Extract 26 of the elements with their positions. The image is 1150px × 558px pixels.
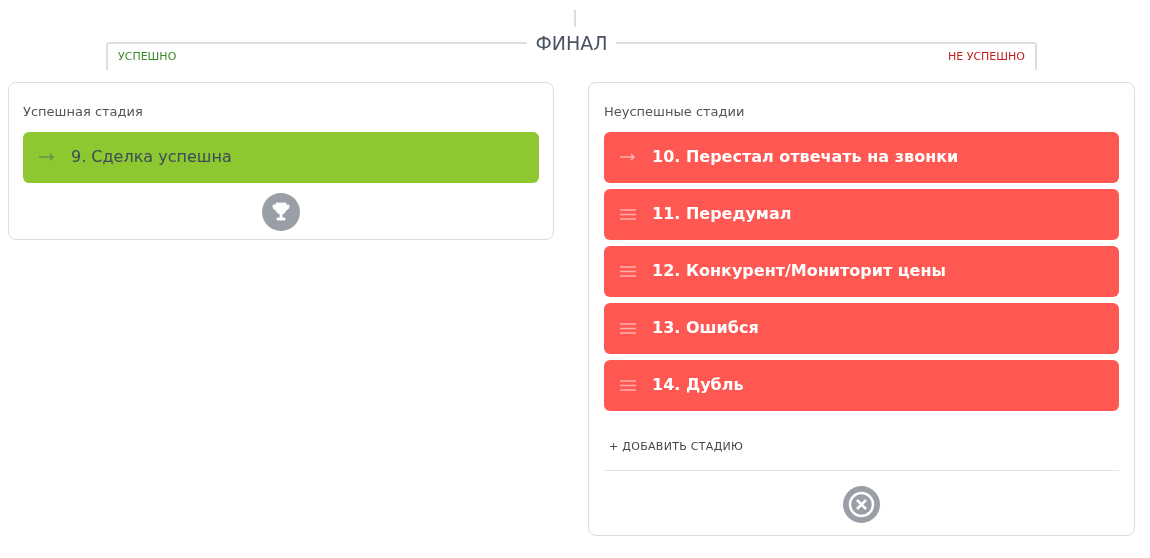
branch-label: НЕ УСПЕШНО bbox=[948, 49, 1025, 65]
stage-name: 14. Дубль bbox=[652, 374, 744, 396]
stage-card[interactable]: 13. Ошибся bbox=[604, 302, 1119, 354]
trophy-icon[interactable] bbox=[262, 192, 300, 231]
stage-card[interactable]: 12. Конкурент/Мониторит цены bbox=[604, 245, 1119, 297]
add-stage-button[interactable]: + ДОБАВИТЬ СТАДИЮ bbox=[609, 438, 744, 455]
stage-name: 9. Сделка успешна bbox=[71, 146, 232, 168]
close-icon[interactable] bbox=[843, 485, 880, 523]
section-title: ФИНАЛ bbox=[534, 31, 609, 56]
branch-label: УСПЕШНО bbox=[118, 49, 177, 65]
stage-name: 11. Передумал bbox=[652, 203, 792, 225]
panel-heading: Успешная стадия bbox=[23, 103, 144, 121]
stage-card[interactable]: 10. Перестал отвечать на звонки bbox=[604, 131, 1119, 183]
stage-card[interactable]: 11. Передумал bbox=[604, 188, 1119, 240]
drag-handle-icon[interactable] bbox=[620, 208, 636, 220]
drag-handle-icon[interactable] bbox=[620, 265, 636, 277]
drag-handle-icon[interactable] bbox=[620, 379, 636, 391]
stage-name: 13. Ошибся bbox=[652, 317, 759, 339]
panel-heading: Неуспешные стадии bbox=[604, 103, 746, 121]
drag-handle-icon[interactable] bbox=[620, 322, 636, 334]
stage-name: 10. Перестал отвечать на звонки bbox=[652, 146, 959, 168]
stage-card[interactable]: 9. Сделка успешна bbox=[23, 131, 539, 183]
stage-name: 12. Конкурент/Мониторит цены bbox=[652, 260, 946, 282]
arrow-icon bbox=[620, 153, 636, 161]
arrow-icon bbox=[39, 153, 55, 161]
stage-card[interactable]: 14. Дубль bbox=[604, 359, 1119, 411]
